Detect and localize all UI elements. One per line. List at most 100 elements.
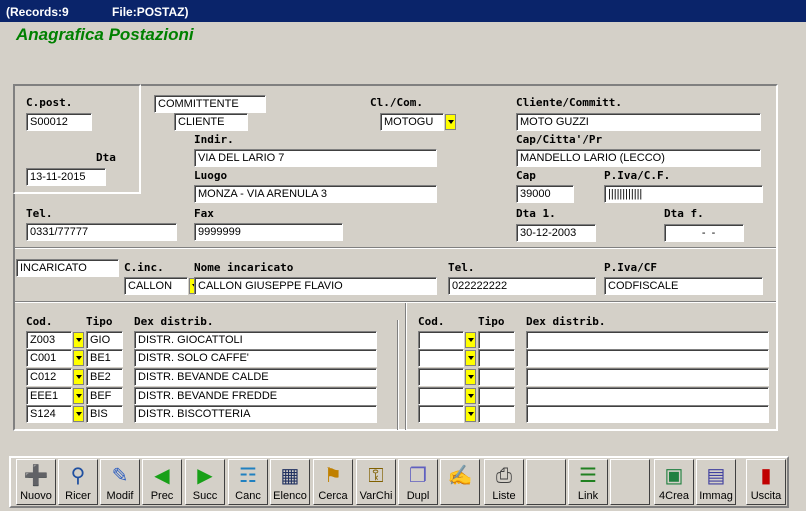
distrib-cod-dropdown-icon[interactable] (73, 388, 84, 404)
distrib-dex-field[interactable]: DISTR. GIOCATTOLI (134, 331, 377, 349)
exit-icon: ▮ (760, 465, 772, 487)
clcom-field[interactable]: MOTOGU (380, 113, 444, 131)
link-icon: ☰ (579, 465, 597, 487)
distrib-cod-dropdown-icon-right[interactable] (465, 350, 476, 366)
distrib-dex-field[interactable]: DISTR. BEVANDE CALDE (134, 368, 377, 386)
cod-label: Cod. (26, 315, 53, 328)
indir-field[interactable]: VIA DEL LARIO 7 (194, 149, 437, 167)
cap-label: Cap (516, 169, 536, 182)
distrib-cod-field-right[interactable] (418, 331, 464, 349)
distrib-cod-field-right[interactable] (418, 349, 464, 367)
dtaf-field[interactable]: - - (664, 224, 744, 242)
distrib-dex-field-right[interactable] (526, 387, 769, 405)
distrib-cod-field[interactable]: C001 (26, 349, 72, 367)
dta1-label: Dta 1. (516, 207, 556, 220)
cap-field[interactable]: 39000 (516, 185, 574, 203)
blank-10-button[interactable]: ✍ (440, 459, 480, 505)
distrib-dex-field-right[interactable] (526, 368, 769, 386)
tel-label: Tel. (26, 207, 53, 220)
blank-12-button[interactable] (526, 459, 566, 505)
distrib-tipo-field[interactable]: BE2 (86, 368, 123, 386)
uscita-button[interactable]: ▮ Uscita (746, 459, 786, 505)
piva-field[interactable]: |||||||||||| (604, 185, 763, 203)
cliente-field[interactable]: CLIENTE (174, 113, 248, 131)
distrib-cod-field-right[interactable] (418, 368, 464, 386)
distrib-dex-field[interactable]: DISTR. BISCOTTERIA (134, 405, 377, 423)
distrib-cod-dropdown-icon-right[interactable] (465, 406, 476, 422)
luogo-field[interactable]: MONZA - VIA ARENULA 3 (194, 185, 437, 203)
immag-button[interactable]: ▤ Immag (696, 459, 736, 505)
distrib-cod-field[interactable]: C012 (26, 368, 72, 386)
blank-14-button[interactable] (610, 459, 650, 505)
divider (15, 247, 776, 249)
distrib-cod-dropdown-icon-right[interactable] (465, 388, 476, 404)
fax-field[interactable]: 9999999 (194, 223, 343, 241)
clcom-dropdown-icon[interactable] (445, 114, 456, 130)
dta1-field[interactable]: 30-12-2003 (516, 224, 596, 242)
distrib-cod-dropdown-icon[interactable] (73, 406, 84, 422)
elenco-button[interactable]: ▦ Elenco (270, 459, 310, 505)
distrib-cod-dropdown-icon[interactable] (73, 350, 84, 366)
distrib-dex-field-right[interactable] (526, 349, 769, 367)
distrib-tipo-field-right[interactable] (478, 368, 515, 386)
distrib-cod-field-right[interactable] (418, 387, 464, 405)
dta-field[interactable]: 13-11-2015 (26, 168, 106, 186)
trash-icon: ☶ (239, 465, 257, 487)
cpost-label: C.post. (26, 96, 73, 109)
window-titlebar: (Records:9 File:POSTAZ) (0, 0, 806, 22)
distrib-cod-field[interactable]: Z003 (26, 331, 72, 349)
distrib-cod-dropdown-icon-right[interactable] (465, 369, 476, 385)
distrib-tipo-field-right[interactable] (478, 331, 515, 349)
4crea-button[interactable]: ▣ 4Crea (654, 459, 694, 505)
cerca-button[interactable]: ⚑ Cerca (313, 459, 353, 505)
tipo-label: Tipo (86, 315, 113, 328)
distrib-cod-field-right[interactable] (418, 405, 464, 423)
distrib-tipo-field[interactable]: BIS (86, 405, 123, 423)
create-icon: ▣ (664, 465, 684, 487)
cinc-field[interactable]: CALLON (124, 277, 188, 295)
file-name: File:POSTAZ) (112, 5, 189, 19)
piva-cf2-label: P.Iva/CF (604, 261, 657, 274)
distrib-tipo-field-right[interactable] (478, 349, 515, 367)
distrib-dex-field[interactable]: DISTR. BEVANDE FREDDE (134, 387, 377, 405)
distrib-cod-dropdown-icon[interactable] (73, 369, 84, 385)
distrib-cod-field[interactable]: EEE1 (26, 387, 72, 405)
ricer-button[interactable]: ⚲ Ricer (58, 459, 98, 505)
cod-label-right: Cod. (418, 315, 445, 328)
tel2-field[interactable]: 022222222 (448, 277, 596, 295)
prev-icon: ◀ (154, 465, 170, 487)
liste-button[interactable]: ⎙ Liste (484, 459, 524, 505)
canc-button[interactable]: ☶ Canc (228, 459, 268, 505)
modif-button[interactable]: ✎ Modif (100, 459, 140, 505)
toolbar-label: VarChi (359, 490, 393, 502)
find-icon: ⚑ (324, 465, 342, 487)
cap-citta-field[interactable]: MANDELLO LARIO (LECCO) (516, 149, 761, 167)
distrib-dex-field-right[interactable] (526, 405, 769, 423)
nome-incaricato-field[interactable]: CALLON GIUSEPPE FLAVIO (194, 277, 437, 295)
distrib-cod-field[interactable]: S124 (26, 405, 72, 423)
cpost-field[interactable]: S00012 (26, 113, 92, 131)
distrib-dex-field-right[interactable] (526, 331, 769, 349)
piva2-field[interactable]: CODFISCALE (604, 277, 763, 295)
distrib-cod-dropdown-icon[interactable] (73, 332, 84, 348)
committente-field[interactable]: COMMITTENTE (154, 95, 266, 113)
cinc-label: C.inc. (124, 261, 164, 274)
dupl-button[interactable]: ❐ Dupl (398, 459, 438, 505)
succ-button[interactable]: ▶ Succ (185, 459, 225, 505)
varchi-button[interactable]: ⚿ VarChi (356, 459, 396, 505)
link-button[interactable]: ☰ Link (568, 459, 608, 505)
toolbar-label: 4Crea (659, 490, 689, 502)
toolbar-label: Liste (492, 490, 516, 502)
tel-field[interactable]: 0331/77777 (26, 223, 177, 241)
nuovo-button[interactable]: ➕ Nuovo (16, 459, 56, 505)
distrib-tipo-field[interactable]: BE1 (86, 349, 123, 367)
distrib-tipo-field[interactable]: BEF (86, 387, 123, 405)
cliente-committ-field[interactable]: MOTO GUZZI (516, 113, 761, 131)
distrib-dex-field[interactable]: DISTR. SOLO CAFFE' (134, 349, 377, 367)
distrib-tipo-field[interactable]: GIO (86, 331, 123, 349)
distrib-cod-dropdown-icon-right[interactable] (465, 332, 476, 348)
incaricato-field[interactable]: INCARICATO (16, 259, 119, 277)
prec-button[interactable]: ◀ Prec (142, 459, 182, 505)
distrib-tipo-field-right[interactable] (478, 405, 515, 423)
distrib-tipo-field-right[interactable] (478, 387, 515, 405)
